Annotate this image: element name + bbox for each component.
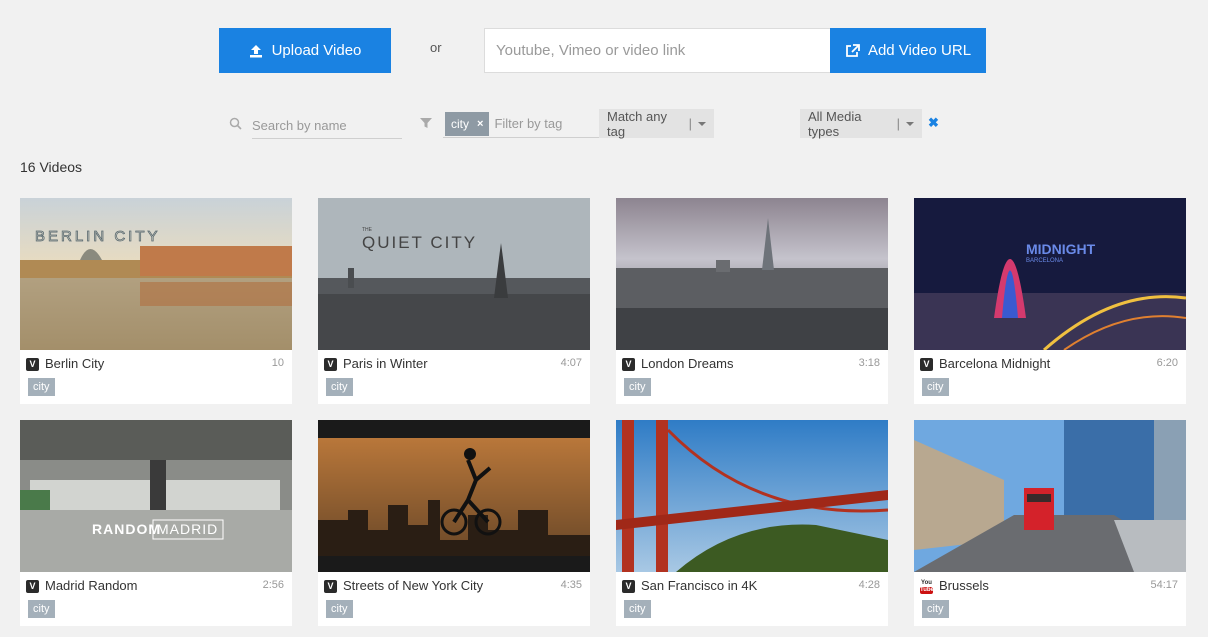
video-title[interactable]: Brussels — [939, 578, 989, 593]
video-thumbnail[interactable] — [318, 420, 590, 572]
thumbnail-overlay-text-2: MADRID — [157, 521, 218, 537]
remove-tag-icon[interactable]: × — [477, 118, 483, 130]
dropdown-separator: | — [896, 116, 900, 131]
filter-by-tag-input[interactable] — [494, 116, 595, 131]
thumbnail-overlay-text: BERLIN CITY — [35, 228, 161, 245]
upload-video-label: Upload Video — [271, 42, 362, 59]
dropdown-separator: | — [688, 116, 692, 131]
video-thumbnail[interactable] — [616, 420, 888, 572]
video-duration: 3:18 — [858, 357, 880, 369]
video-thumbnail[interactable]: BERLIN CITY — [20, 198, 292, 350]
video-duration: 2:56 — [262, 579, 284, 591]
vimeo-icon: V — [324, 580, 337, 593]
video-title[interactable]: London Dreams — [641, 356, 734, 371]
video-tag[interactable]: city — [624, 600, 651, 618]
video-thumbnail[interactable]: THE QUIET CITY — [318, 198, 590, 350]
video-tag[interactable]: city — [326, 600, 353, 618]
video-tag[interactable]: city — [624, 378, 651, 396]
video-card[interactable]: V Streets of New York City 4:35 city — [318, 420, 590, 626]
video-card[interactable]: MIDNIGHT BARCELONA V Barcelona Midnight … — [914, 198, 1186, 404]
video-card[interactable]: V London Dreams 3:18 city — [616, 198, 888, 404]
video-duration: 54:17 — [1150, 579, 1178, 591]
thumbnail-overlay-text: QUIET CITY — [362, 233, 477, 252]
video-tag[interactable]: city — [28, 600, 55, 618]
video-thumbnail[interactable]: RANDOM MADRID — [20, 420, 292, 572]
match-tag-label: Match any tag — [607, 108, 667, 139]
video-url-input[interactable] — [484, 28, 831, 73]
video-tag[interactable]: city — [326, 378, 353, 396]
active-tag-label: city — [451, 116, 469, 131]
vimeo-icon: V — [324, 358, 337, 371]
external-link-icon — [846, 43, 860, 57]
video-title[interactable]: San Francisco in 4K — [641, 578, 757, 593]
video-count: 16 Videos — [20, 159, 83, 175]
chevron-down-icon — [906, 121, 914, 126]
video-tag[interactable]: city — [922, 600, 949, 618]
video-duration: 4:28 — [858, 579, 880, 591]
youtube-icon-bottom: Tube — [920, 587, 934, 594]
thumbnail-overlay-small: BARCELONA — [1026, 258, 1063, 264]
video-duration: 10 — [271, 357, 284, 369]
or-separator: or — [430, 40, 442, 55]
clear-filters-icon[interactable]: ✖ — [928, 115, 939, 131]
search-icon — [229, 117, 242, 130]
add-video-url-button[interactable]: Add Video URL — [830, 28, 986, 73]
video-tag[interactable]: city — [28, 378, 55, 396]
chevron-down-icon — [698, 121, 706, 126]
video-card[interactable]: V San Francisco in 4K 4:28 city — [616, 420, 888, 626]
video-grid: BERLIN CITY V Berlin City 10 city THE QU… — [20, 198, 1186, 626]
video-duration: 4:07 — [560, 357, 582, 369]
upload-icon — [249, 44, 262, 57]
video-title[interactable]: Paris in Winter — [343, 356, 428, 371]
video-thumbnail[interactable] — [616, 198, 888, 350]
video-thumbnail[interactable]: MIDNIGHT BARCELONA — [914, 198, 1186, 350]
video-card[interactable]: THE QUIET CITY V Paris in Winter 4:07 ci… — [318, 198, 590, 404]
vimeo-icon: V — [26, 580, 39, 593]
video-thumbnail[interactable] — [914, 420, 1186, 572]
thumbnail-overlay-text: MIDNIGHT — [1026, 241, 1096, 257]
add-video-url-label: Add Video URL — [867, 42, 972, 59]
youtube-icon-top: You — [921, 580, 932, 586]
tag-filter-field[interactable]: city × — [443, 110, 599, 138]
video-title[interactable]: Barcelona Midnight — [939, 356, 1050, 371]
vimeo-icon: V — [26, 358, 39, 371]
upload-video-button[interactable]: Upload Video — [219, 28, 391, 73]
vimeo-icon: V — [920, 358, 933, 371]
media-type-label: All Media types — [808, 108, 862, 139]
thumbnail-overlay-text: RANDOM — [92, 521, 161, 537]
video-card[interactable]: BERLIN CITY V Berlin City 10 city — [20, 198, 292, 404]
vimeo-icon: V — [622, 358, 635, 371]
media-type-dropdown[interactable]: All Media types | — [800, 108, 922, 139]
video-title[interactable]: Streets of New York City — [343, 578, 483, 593]
vimeo-icon: V — [622, 580, 635, 593]
video-duration: 4:35 — [560, 579, 582, 591]
video-tag[interactable]: city — [922, 378, 949, 396]
filter-icon — [420, 118, 432, 128]
video-card[interactable]: RANDOM MADRID V Madrid Random 2:56 city — [20, 420, 292, 626]
active-tag-chip[interactable]: city × — [445, 111, 490, 136]
video-duration: 6:20 — [1156, 357, 1178, 369]
youtube-icon: You Tube — [920, 580, 934, 594]
video-title[interactable]: Madrid Random — [45, 578, 138, 593]
search-by-name-input[interactable] — [252, 112, 402, 139]
video-card[interactable]: You Tube Brussels 54:17 city — [914, 420, 1186, 626]
video-title[interactable]: Berlin City — [45, 356, 104, 371]
match-tag-dropdown[interactable]: Match any tag | — [599, 108, 714, 139]
